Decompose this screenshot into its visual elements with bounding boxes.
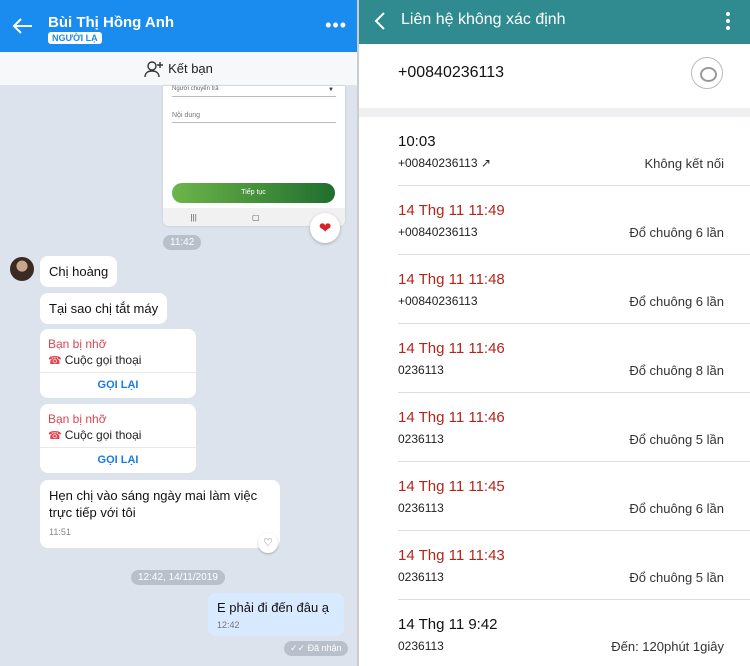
page-title: Liên hệ không xác định [401,11,566,28]
call-log-row[interactable]: 14 Thg 11 11:45 0236113 Đổ chuông 6 lần [398,462,750,531]
form-continue-button: Tiếp tục [172,183,335,203]
missed-call-title: Bạn bị nhỡ [48,337,107,351]
contact-name[interactable]: Bùi Thị Hồng Anh [48,14,174,31]
call-back-button[interactable]: GỌI LẠI [40,454,196,466]
call-status: Đổ chuông 5 lần [629,570,724,585]
call-number: +00840236113 ↗ [398,156,491,170]
call-log-row[interactable]: 14 Thg 11 11:48 +00840236113 Đổ chuông 6 l… [398,255,750,324]
back-chevron-icon[interactable] [373,11,387,31]
call-log-row[interactable]: 14 Thg 11 11:43 0236113 Đổ chuông 5 lần [398,531,750,600]
divider [40,447,196,448]
call-log-screen: Liên hệ không xác định +00840236113 10:0… [359,0,750,666]
call-log-row[interactable]: 14 Thg 11 11:46 0236113 Đổ chuông 8 lần [398,324,750,393]
received-status-badge: ✓✓ Đã nhận [284,641,348,656]
call-number: 0236113 [398,432,444,446]
call-log-row[interactable]: 10:03 +00840236113 ↗ Không kết nối [398,117,750,186]
message-text-line: Hẹn chị vào sáng ngày mai làm việc [49,488,258,503]
heart-reaction-icon[interactable]: ❤ [310,213,340,243]
call-time: 14 Thg 11 9:42 [398,616,498,633]
add-friend-button[interactable]: Kết bạn [0,52,357,86]
outgoing-message-bubble[interactable]: E phải đi đến đâu ạ 12:42 [208,593,344,636]
missed-call-subtitle: Cuộc gọi thoại [64,353,142,367]
missed-call-subtitle: Cuộc gọi thoại [64,428,142,442]
message-text-line: trực tiếp với tôi [49,505,136,520]
form-select: Người chuyển trả ▼ [172,86,336,97]
call-time: 14 Thg 11 11:48 [398,271,505,288]
call-time: 14 Thg 11 11:46 [398,409,505,426]
heart-outline-icon[interactable]: ♡ [258,533,278,553]
message-bubble[interactable]: Hẹn chị vào sáng ngày mai làm việc trực … [40,480,280,548]
call-log-row[interactable]: 14 Thg 11 9:42 0236113 Đến: 120phút 1giây [398,600,750,666]
missed-call-icon: ☎ [48,355,62,367]
form-content-field: Nội dung [172,112,336,123]
chat-screen: Bùi Thị Hồng Anh NGƯỜI LẠ ••• Kết bạn Ng… [0,0,357,666]
call-number: 0236113 [398,363,444,377]
call-status: Đổ chuông 6 lần [629,294,724,309]
call-number: 0236113 [398,501,444,515]
more-options-icon[interactable]: ••• [325,16,347,34]
date-pill: 12:42, 14/11/2019 [131,570,225,585]
call-log-row[interactable]: 14 Thg 11 11:49 +00840236113 Đổ chuông 6 l… [398,186,750,255]
message-bubble[interactable]: Tại sao chị tắt máy [40,293,168,324]
add-friend-icon [144,60,164,77]
call-back-button[interactable]: GỌI LẠI [40,379,196,391]
double-check-icon: ✓✓ [290,643,308,653]
call-number: +00840236113 [398,294,478,308]
time-pill: 11:42 [163,235,202,250]
stranger-badge: NGƯỜI LẠ [48,32,102,44]
call-time: 14 Thg 11 11:46 [398,340,505,357]
call-number: 0236113 [398,639,444,653]
call-status: Đổ chuông 5 lần [629,432,724,447]
call-status: Đổ chuông 8 lần [629,363,724,378]
call-time: 14 Thg 11 11:45 [398,478,505,495]
section-gap [359,108,750,117]
form-screenshot-image[interactable]: Người chuyển trả ▼ Nội dung Tiếp tục ||| ▢… [163,86,345,226]
message-bubble[interactable]: Chị hoàng [40,256,118,287]
call-number: +00840236113 [398,225,478,239]
call-log-row[interactable]: 14 Thg 11 11:46 0236113 Đổ chuông 5 lần [398,393,750,462]
missed-call-card: Bạn bị nhỡ ☎ Cuộc gọi thoại GỌI LẠI [40,404,196,473]
call-time: 10:03 [398,133,436,150]
call-time: 14 Thg 11 11:43 [398,547,505,564]
missed-call-card: Bạn bị nhỡ ☎ Cuộc gọi thoại GỌI LẠI [40,329,196,398]
call-status: Đổ chuông 6 lần [629,225,724,240]
back-arrow-icon[interactable] [12,17,34,35]
message-time: 11:51 [49,527,71,537]
contact-number[interactable]: +00840236113 [398,64,504,82]
divider [40,372,196,373]
call-number: 0236113 [398,570,444,584]
message-icon[interactable] [691,57,723,89]
chat-header: Bùi Thị Hồng Anh NGƯỜI LẠ ••• [0,0,357,52]
outgoing-message-text: E phải đi đến đâu ạ [217,600,330,615]
avatar[interactable] [10,257,34,281]
call-log-header: Liên hệ không xác định [359,0,750,44]
kebab-menu-icon[interactable] [726,12,730,33]
missed-call-title: Bạn bị nhỡ [48,412,107,426]
add-friend-label: Kết bạn [168,61,213,76]
call-time: 14 Thg 11 11:49 [398,202,505,219]
call-status: Không kết nối [644,156,724,171]
call-status: Đổ chuông 6 lần [629,501,724,516]
call-status: Đến: 120phút 1giây [611,639,724,654]
message-time: 12:42 [217,620,240,630]
missed-call-icon: ☎ [48,430,62,442]
